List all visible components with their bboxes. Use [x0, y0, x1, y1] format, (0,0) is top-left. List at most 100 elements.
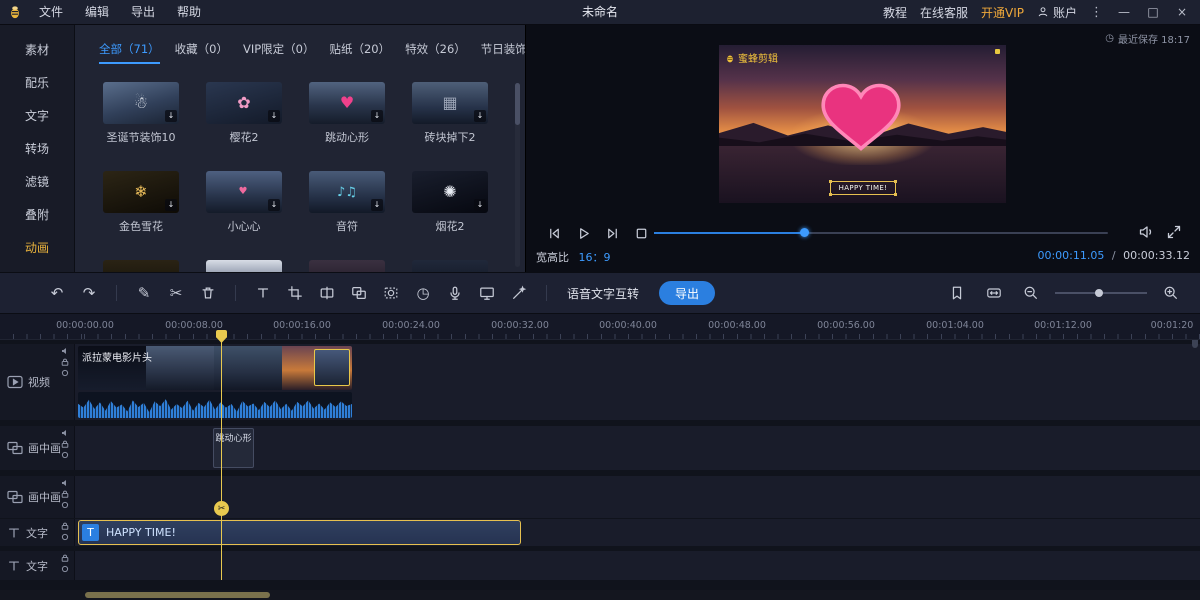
fullscreen-icon[interactable] — [1166, 224, 1182, 240]
asset-card[interactable]: ♪♫↓ 音符 — [309, 171, 385, 234]
sidebar-item-overlay[interactable]: 叠附 — [0, 198, 74, 231]
timeline-ruler[interactable]: 00:00:00.00 00:00:08.00 00:00:16.00 00:0… — [0, 314, 1200, 340]
vip-button[interactable]: 开通VIP — [981, 4, 1024, 21]
asset-thumbnail[interactable]: ✿↓ — [206, 82, 282, 124]
tab-favorites[interactable]: 收藏（0） — [175, 41, 228, 64]
marker-icon[interactable] — [944, 280, 970, 306]
playhead-split-icon[interactable]: ✂ — [214, 501, 229, 516]
microphone-icon[interactable] — [442, 280, 468, 306]
track-hide-icon[interactable] — [61, 565, 69, 573]
aspect-ratio-value[interactable]: 16：9 — [579, 251, 611, 264]
sidebar-item-transition[interactable]: 转场 — [0, 132, 74, 165]
sidebar-item-media[interactable]: 素材 — [0, 33, 74, 66]
text-selection-box[interactable]: HAPPY TIME! — [830, 181, 896, 195]
tab-all[interactable]: 全部（71） — [99, 41, 160, 64]
playhead-handle[interactable] — [216, 330, 227, 343]
asset-card[interactable]: ♥↓ 小心心 — [206, 171, 282, 234]
asset-card[interactable]: ❄↓ 金色雪花 — [103, 171, 179, 234]
maximize-icon[interactable]: □ — [1145, 0, 1161, 25]
download-icon[interactable]: ↓ — [474, 199, 486, 211]
asset-thumbnail[interactable]: ✺↓ — [412, 171, 488, 213]
volume-icon[interactable] — [1138, 224, 1154, 240]
menu-edit[interactable]: 编辑 — [74, 0, 120, 25]
asset-card[interactable]: ♥↓ 跳动心形 — [309, 82, 385, 145]
sidebar-item-music[interactable]: 配乐 — [0, 66, 74, 99]
speech-text-button[interactable]: 语音文字互转 — [567, 285, 639, 302]
track-hide-icon[interactable] — [61, 501, 69, 509]
asset-card[interactable]: ✿↓ 樱花2 — [206, 82, 282, 145]
export-button[interactable]: 导出 — [659, 281, 715, 305]
tab-holiday[interactable]: 节日装饰（27） — [481, 41, 525, 64]
asset-card[interactable] — [412, 260, 488, 272]
aspect-ratio-label[interactable]: 宽高比 — [536, 251, 569, 264]
pip-lane-1[interactable]: 跳动心形 — [75, 426, 1200, 470]
fit-timeline-icon[interactable] — [981, 280, 1007, 306]
minimize-icon[interactable]: — — [1116, 0, 1132, 25]
tab-vip-only[interactable]: VIP限定（0） — [243, 41, 315, 64]
download-icon[interactable]: ↓ — [165, 199, 177, 211]
asset-thumbnail[interactable]: ♥↓ — [309, 82, 385, 124]
playhead[interactable] — [221, 330, 222, 580]
resize-handle[interactable] — [894, 180, 897, 183]
download-icon[interactable]: ↓ — [371, 199, 383, 211]
download-icon[interactable]: ↓ — [474, 110, 486, 122]
download-icon[interactable]: ↓ — [371, 110, 383, 122]
track-hide-icon[interactable] — [61, 533, 69, 541]
sidebar-item-filter[interactable]: 滤镜 — [0, 165, 74, 198]
menu-export[interactable]: 导出 — [120, 0, 166, 25]
split-scissors-icon[interactable]: ✂ — [163, 280, 189, 306]
crop-icon[interactable] — [282, 280, 308, 306]
split-clip-icon[interactable] — [314, 280, 340, 306]
track-volume-icon[interactable] — [61, 479, 69, 487]
asset-thumbnail[interactable]: ♪♫↓ — [309, 171, 385, 213]
download-icon[interactable]: ↓ — [268, 110, 280, 122]
sidebar-item-text[interactable]: 文字 — [0, 99, 74, 132]
pip-clip[interactable]: 跳动心形 — [213, 428, 254, 468]
tutorial-link[interactable]: 教程 — [883, 4, 907, 21]
timeline-hscrollbar[interactable] — [0, 590, 1200, 600]
menu-help[interactable]: 帮助 — [166, 0, 212, 25]
tab-stickers[interactable]: 贴纸（20） — [329, 41, 390, 64]
track-lock-icon[interactable] — [61, 490, 69, 498]
linked-effect-badge[interactable] — [314, 349, 350, 386]
preview-canvas[interactable]: 蜜蜂剪辑 HAPPY TIME! — [719, 45, 1006, 203]
magic-wand-icon[interactable] — [506, 280, 532, 306]
edit-icon[interactable]: ✎ — [131, 280, 157, 306]
text-lane-1[interactable]: T HAPPY TIME! — [75, 519, 1200, 546]
pip-lane-2[interactable] — [75, 476, 1200, 518]
track-volume-icon[interactable] — [61, 347, 69, 355]
duration-icon[interactable]: ◷ — [410, 280, 436, 306]
track-hide-icon[interactable] — [61, 451, 69, 459]
asset-thumbnail[interactable] — [103, 260, 179, 272]
timeline-vscrollbar[interactable] — [1192, 318, 1198, 584]
asset-thumbnail[interactable] — [309, 260, 385, 272]
undo-icon[interactable]: ↶ — [44, 280, 70, 306]
asset-thumbnail[interactable]: ♥↓ — [206, 171, 282, 213]
resize-handle[interactable] — [829, 193, 832, 196]
asset-card[interactable] — [206, 260, 282, 272]
playback-slider[interactable] — [654, 232, 1108, 234]
track-lock-icon[interactable] — [61, 522, 69, 530]
heart-overlay[interactable] — [815, 81, 907, 153]
play-icon[interactable] — [571, 224, 595, 242]
close-icon[interactable]: × — [1174, 0, 1190, 25]
track-lock-icon[interactable] — [61, 440, 69, 448]
account-button[interactable]: 账户 — [1037, 4, 1077, 21]
asset-thumbnail[interactable]: ☃↓ — [103, 82, 179, 124]
asset-thumbnail[interactable] — [206, 260, 282, 272]
asset-card[interactable]: ☃↓ 圣诞节装饰10 — [103, 82, 179, 145]
text-tool-icon[interactable] — [250, 280, 276, 306]
track-lock-icon[interactable] — [61, 554, 69, 562]
text-clip-selected[interactable]: T HAPPY TIME! — [78, 520, 521, 545]
stop-icon[interactable] — [629, 224, 653, 242]
asset-card[interactable] — [103, 260, 179, 272]
support-link[interactable]: 在线客服 — [920, 4, 968, 21]
playback-slider-handle[interactable] — [800, 228, 809, 237]
asset-card[interactable]: ✺↓ 烟花2 — [412, 171, 488, 234]
sidebar-item-animation[interactable]: 动画 — [0, 231, 74, 264]
timeline-zoom-slider[interactable] — [1055, 292, 1147, 294]
handle-dot[interactable] — [995, 49, 1000, 54]
zoom-slider-handle[interactable] — [1095, 289, 1103, 297]
track-hide-icon[interactable] — [61, 369, 69, 377]
record-screen-icon[interactable] — [474, 280, 500, 306]
